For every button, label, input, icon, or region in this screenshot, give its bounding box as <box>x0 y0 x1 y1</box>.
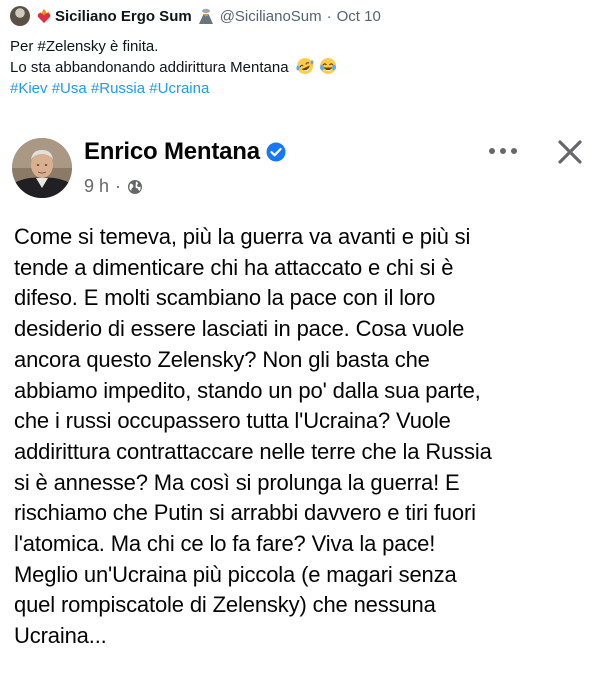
tweet-handle[interactable]: @SicilianoSum <box>220 8 322 25</box>
tweet: Siciliano Ergo Sum @SicilianoSum · Oct 1… <box>0 0 598 677</box>
tears-of-joy-icon <box>319 58 336 74</box>
post-time[interactable]: 9 h <box>84 176 109 197</box>
tweet-text: Per #Zelensky è finita. Lo sta abbandona… <box>10 36 580 99</box>
header-separator: · <box>326 7 332 25</box>
post-body-line: difeso. E molti scambiano la pace con il… <box>14 285 436 311</box>
volcano-icon <box>198 8 213 24</box>
hashtag-ucraina[interactable]: #Ucraina <box>149 80 209 97</box>
tweet-author-name[interactable]: Siciliano Ergo Sum <box>55 8 192 25</box>
tweet-header: Siciliano Ergo Sum @SicilianoSum · Oct 1… <box>10 5 381 27</box>
burning-heart-icon <box>37 9 51 23</box>
post-body-line: Ucraina... <box>14 623 107 649</box>
more-dots-icon <box>489 148 517 154</box>
post-body-line: ancora questo Zelensky? Non gli basta ch… <box>14 346 430 372</box>
facebook-post-body: Come si temeva, più la guerra va avanti … <box>14 222 594 652</box>
tweet-hashtags: #Kiev #Usa #Russia #Ucraina <box>10 78 580 99</box>
facebook-avatar <box>12 138 72 198</box>
post-body-line: desiderio di essere lasciati in pace. Co… <box>14 316 465 342</box>
rolling-on-floor-laughing-icon <box>296 58 314 74</box>
post-body-line: Meglio un'Ucraina più piccola (e magari … <box>14 561 457 587</box>
attached-facebook-screenshot[interactable]: Enrico Mentana 9 h · Come si temeva, più… <box>0 120 598 677</box>
tweet-text-line-1: Per #Zelensky è finita. <box>10 36 580 57</box>
tweet-line-1-text: Per #Zelensky è finita. <box>10 38 159 55</box>
tweet-line-2-text: Lo sta abbandonando addirittura Mentana <box>10 59 289 76</box>
post-body-line: Come si temeva, più la guerra va avanti … <box>14 224 471 249</box>
facebook-author-name[interactable]: Enrico Mentana <box>84 138 260 166</box>
tweet-date[interactable]: Oct 10 <box>337 8 381 25</box>
post-body-line: abbiamo impedito, stando un po' dalla su… <box>14 377 481 403</box>
post-body-line: quel rompiscatole di Zelensky) che nessu… <box>14 592 436 618</box>
close-icon[interactable] <box>556 138 584 166</box>
globe-icon[interactable] <box>127 179 143 195</box>
facebook-post-meta: 9 h · <box>84 176 143 197</box>
post-body-line: addirittura contrattaccare nelle terre c… <box>14 438 492 464</box>
post-body-line: l'atomica. Ma chi ce lo fa fare? Viva la… <box>14 531 436 557</box>
facebook-author[interactable]: Enrico Mentana <box>84 138 286 166</box>
post-body-line: si è annesse? Ma così si prolunga la gue… <box>14 469 460 495</box>
verified-badge-icon <box>266 142 286 162</box>
profile-photo-icon <box>12 138 72 198</box>
meta-separator: · <box>115 176 122 196</box>
hashtag-kiev[interactable]: #Kiev <box>10 80 48 97</box>
post-body-line: rischiamo che Putin si arrabbi davvero e… <box>14 500 476 526</box>
more-options-button[interactable] <box>486 140 520 162</box>
post-body-line: tende a dimenticare chi ha attaccato e c… <box>14 254 454 280</box>
avatar[interactable] <box>10 6 30 26</box>
tweet-text-line-2: Lo sta abbandonando addirittura Mentana <box>10 57 580 78</box>
hashtag-usa[interactable]: #Usa <box>52 80 87 97</box>
post-body-line: che i russi occupassero tutta l'Ucraina?… <box>14 408 451 434</box>
hashtag-russia[interactable]: #Russia <box>91 80 145 97</box>
